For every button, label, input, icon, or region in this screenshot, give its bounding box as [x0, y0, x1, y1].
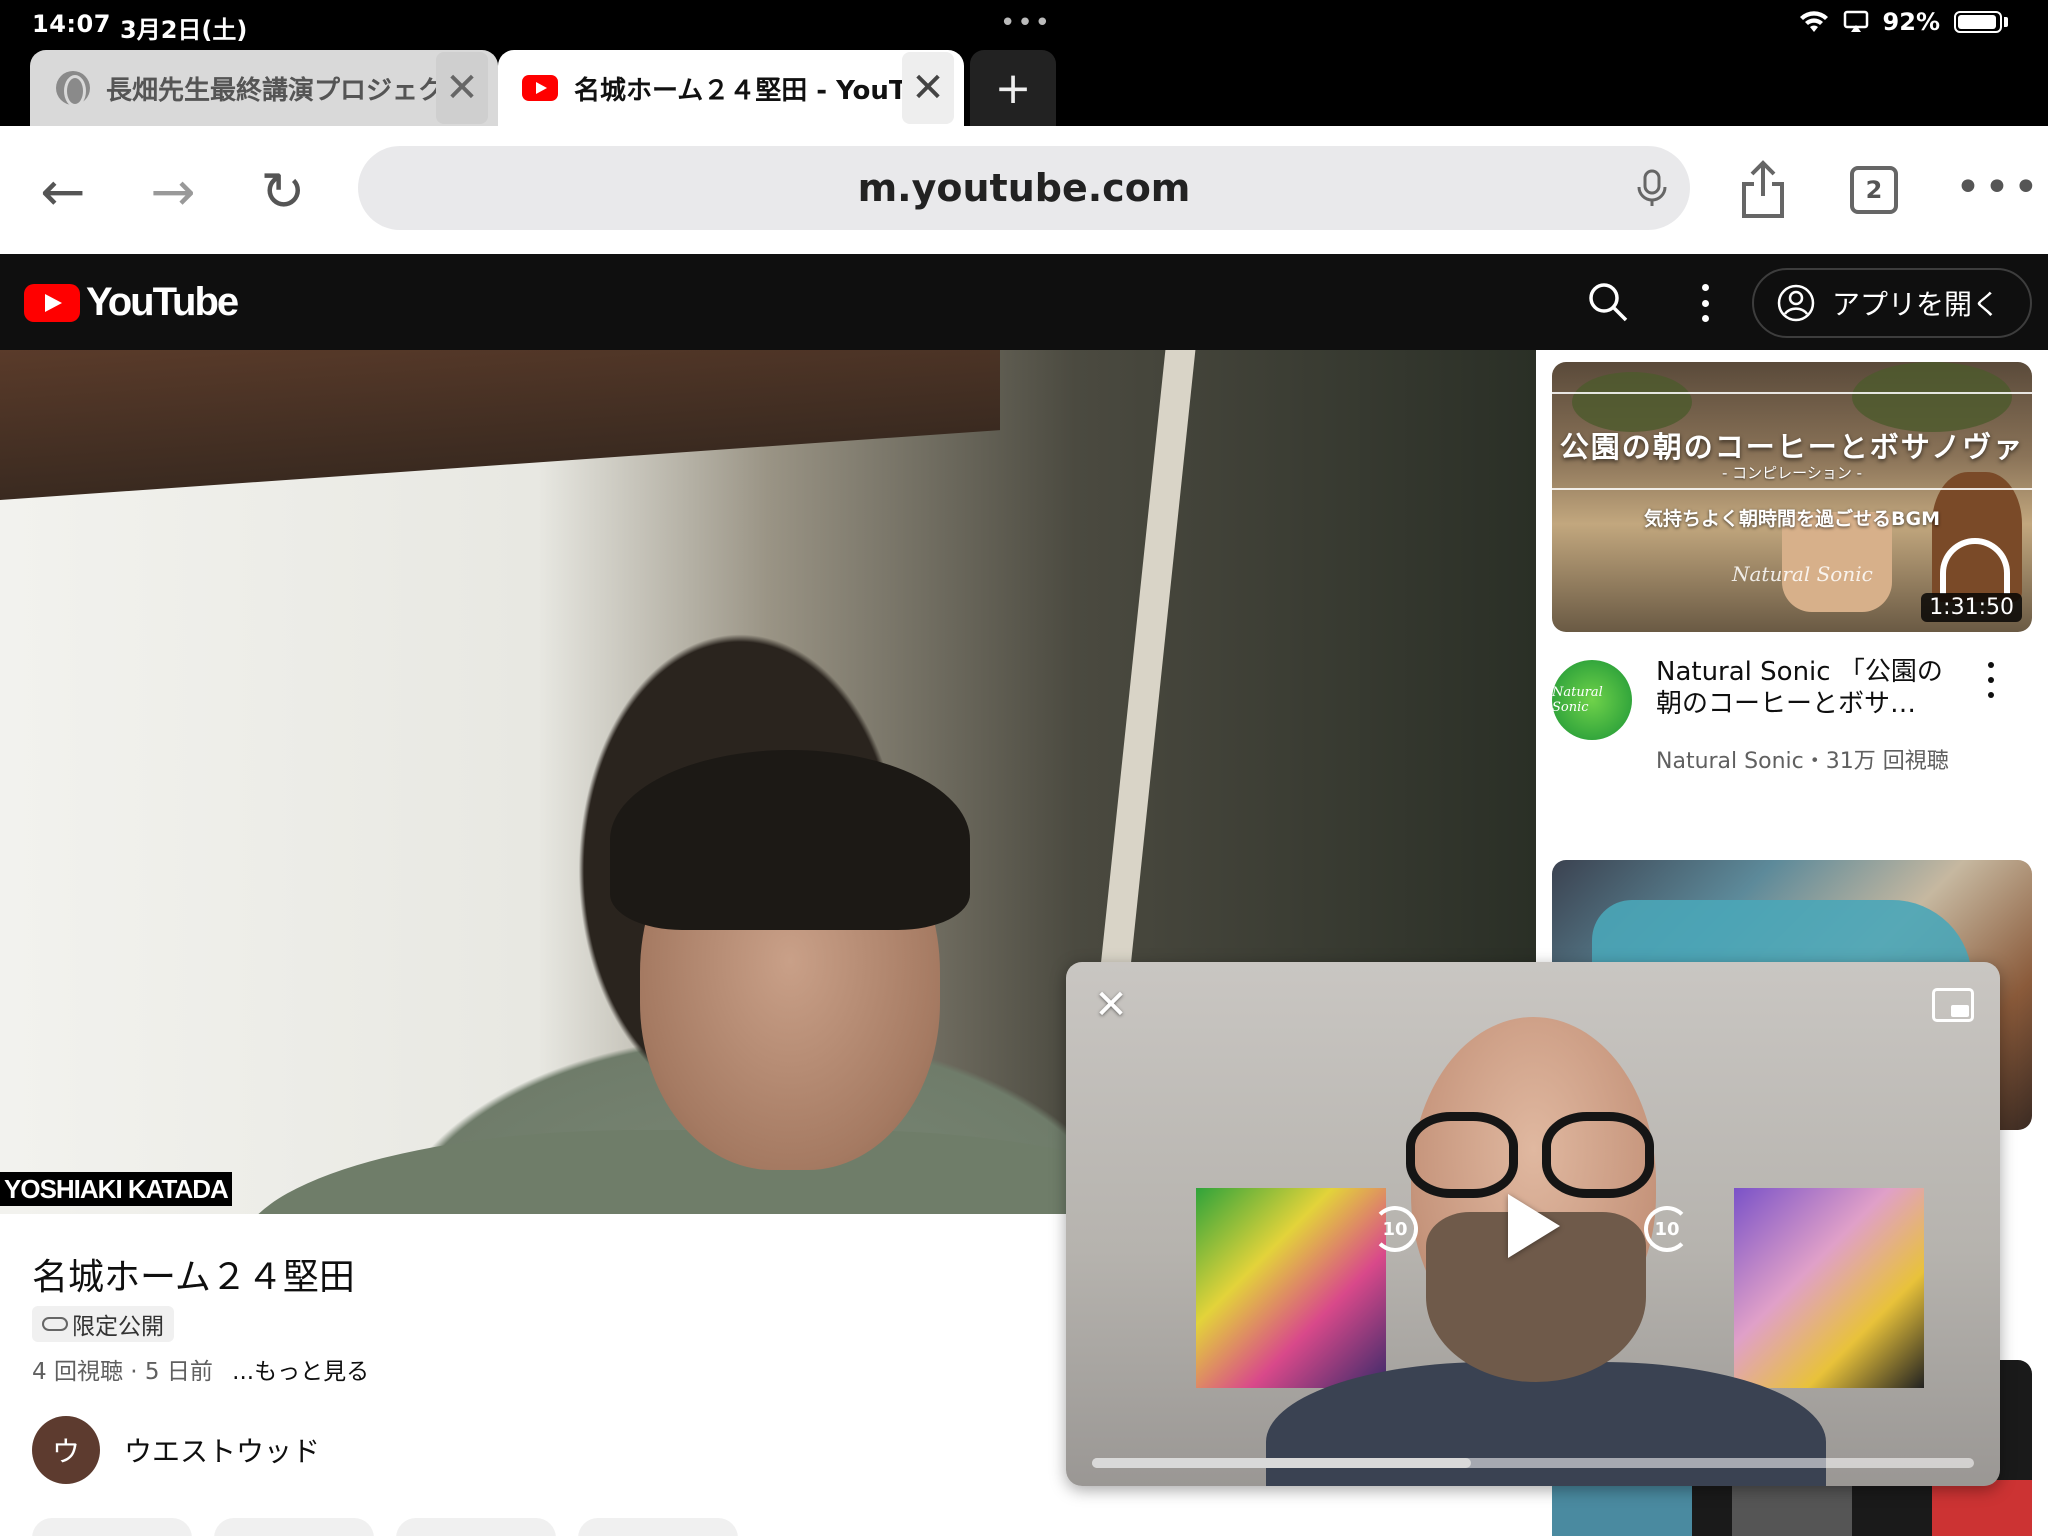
video-scene-art	[1196, 1188, 1386, 1388]
status-indicators: 92%	[1799, 8, 2008, 36]
forward-icon[interactable]: 10	[1644, 1206, 1690, 1252]
participant-nameplate: YOSHIAKI KATADA	[0, 1172, 232, 1206]
kebab-menu-icon[interactable]	[1690, 278, 1720, 328]
recommendation-meta: Natural Sonic・31万 回視聴	[1656, 749, 1949, 774]
thumb-rule	[1552, 488, 2032, 490]
more-menu-icon[interactable]: •••	[1955, 162, 2042, 213]
action-chip[interactable]	[396, 1518, 556, 1536]
forward-button[interactable]: →	[138, 156, 208, 226]
account-icon	[1777, 284, 1815, 322]
action-chip[interactable]	[578, 1518, 738, 1536]
link-icon	[42, 1317, 68, 1331]
video-scene-ceiling	[0, 350, 1000, 500]
thumb-decor	[1552, 1480, 1692, 1536]
video-scene-glasses	[1542, 1112, 1654, 1198]
progress-bar[interactable]	[1092, 1458, 1974, 1468]
url-text[interactable]: m.youtube.com	[358, 166, 1690, 210]
action-chip[interactable]	[32, 1518, 192, 1536]
tab-title: 名城ホーム２４堅田 - YouTube	[574, 75, 904, 106]
thumb-decor	[1852, 362, 2012, 432]
tab-close-icon[interactable]: ✕	[436, 52, 488, 124]
video-duration: 1:31:50	[1921, 593, 2022, 622]
wifi-icon	[1799, 11, 1828, 33]
video-scene-art	[1734, 1188, 1924, 1388]
channel-name[interactable]: ウエストウッド	[124, 1430, 320, 1470]
kebab-menu-icon[interactable]	[1986, 662, 1996, 698]
show-more-link[interactable]: ...もっと見る	[232, 1359, 369, 1385]
tab-inactive[interactable]: 長畑先生最終講演プロジェクト ✕	[30, 50, 498, 126]
thumb-title: 公園の朝のコーヒーとボサノヴァ	[1559, 430, 2025, 464]
action-chips	[32, 1518, 738, 1536]
recommendation-thumbnail[interactable]: 公園の朝のコーヒーとボサノヴァ - コンピレーション - 気持ちよく朝時間を過ご…	[1552, 362, 2032, 632]
youtube-logo-icon[interactable]	[24, 284, 80, 322]
thumb-decor	[1732, 1480, 1852, 1536]
channel-avatar[interactable]: ウ	[32, 1416, 100, 1484]
video-meta: 4 回視聴 · 5 日前 ...もっと見る	[32, 1352, 369, 1386]
thumb-tagline: 気持ちよく朝時間を過ごせるBGM	[1644, 508, 1940, 530]
open-app-button[interactable]: アプリを開く	[1752, 268, 2032, 338]
action-chip[interactable]	[214, 1518, 374, 1536]
play-icon[interactable]	[1508, 1194, 1560, 1258]
search-icon[interactable]	[1586, 280, 1630, 324]
thumb-decor	[1932, 1480, 2032, 1536]
thumb-decor	[1572, 372, 1692, 432]
battery-icon	[1954, 11, 2002, 33]
close-icon[interactable]: ✕	[1086, 980, 1136, 1030]
share-icon[interactable]	[1740, 160, 1786, 220]
thumb-subtitle: - コンピレーション -	[1721, 464, 1863, 482]
thumb-brand: Natural Sonic	[1732, 562, 1873, 586]
channel-avatar[interactable]: Natural Sonic	[1552, 660, 1632, 740]
thumb-rule	[1552, 392, 2032, 394]
battery-tip	[2004, 17, 2008, 27]
browser-toolbar: ← → ↻ m.youtube.com 2 •••	[0, 126, 2048, 254]
status-time: 14:07	[32, 10, 111, 38]
tab-close-icon[interactable]: ✕	[902, 52, 954, 124]
open-app-label: アプリを開く	[1832, 288, 2001, 321]
rewind-icon[interactable]: 10	[1372, 1206, 1418, 1252]
screen-mirroring-icon	[1843, 10, 1868, 32]
new-tab-button[interactable]: +	[970, 50, 1056, 126]
battery-percent: 92%	[1882, 8, 1940, 36]
view-count: 4 回視聴	[32, 1359, 123, 1385]
youtube-favicon-icon	[522, 75, 558, 101]
address-bar[interactable]: m.youtube.com	[358, 146, 1690, 230]
video-scene-glasses	[1406, 1112, 1518, 1198]
reload-button[interactable]: ↻	[248, 156, 318, 226]
visibility-badge: 限定公開	[32, 1306, 174, 1342]
globe-icon	[56, 71, 90, 107]
expand-icon[interactable]	[1932, 988, 1974, 1022]
youtube-logo-text[interactable]: YouTube	[86, 280, 239, 325]
status-date: 3月2日(土)	[120, 16, 248, 44]
progress-fill	[1092, 1458, 1472, 1468]
tab-switcher-button[interactable]: 2	[1850, 166, 1898, 214]
youtube-header: YouTube アプリを開く	[0, 254, 2048, 350]
visibility-label: 限定公開	[72, 1314, 164, 1340]
video-scene-person-hair	[610, 750, 970, 930]
tab-title: 長畑先生最終講演プロジェクト	[106, 75, 436, 106]
meta-separator: ·	[130, 1359, 138, 1385]
microphone-icon[interactable]	[1632, 168, 1672, 208]
video-title: 名城ホーム２４堅田	[32, 1257, 355, 1298]
status-bar: 14:07 3月2日(土) ••• 92%	[0, 0, 2048, 46]
multitasking-dots-icon[interactable]: •••	[1000, 8, 1052, 38]
mini-player[interactable]: ✕ 10 10	[1066, 962, 2000, 1486]
tab-active[interactable]: 名城ホーム２４堅田 - YouTube ✕	[498, 50, 964, 126]
recommendation-title[interactable]: Natural Sonic 「公園の朝のコーヒーとボサ…	[1656, 656, 1956, 720]
back-button[interactable]: ←	[28, 156, 98, 226]
upload-age: 5 日前	[144, 1359, 213, 1385]
